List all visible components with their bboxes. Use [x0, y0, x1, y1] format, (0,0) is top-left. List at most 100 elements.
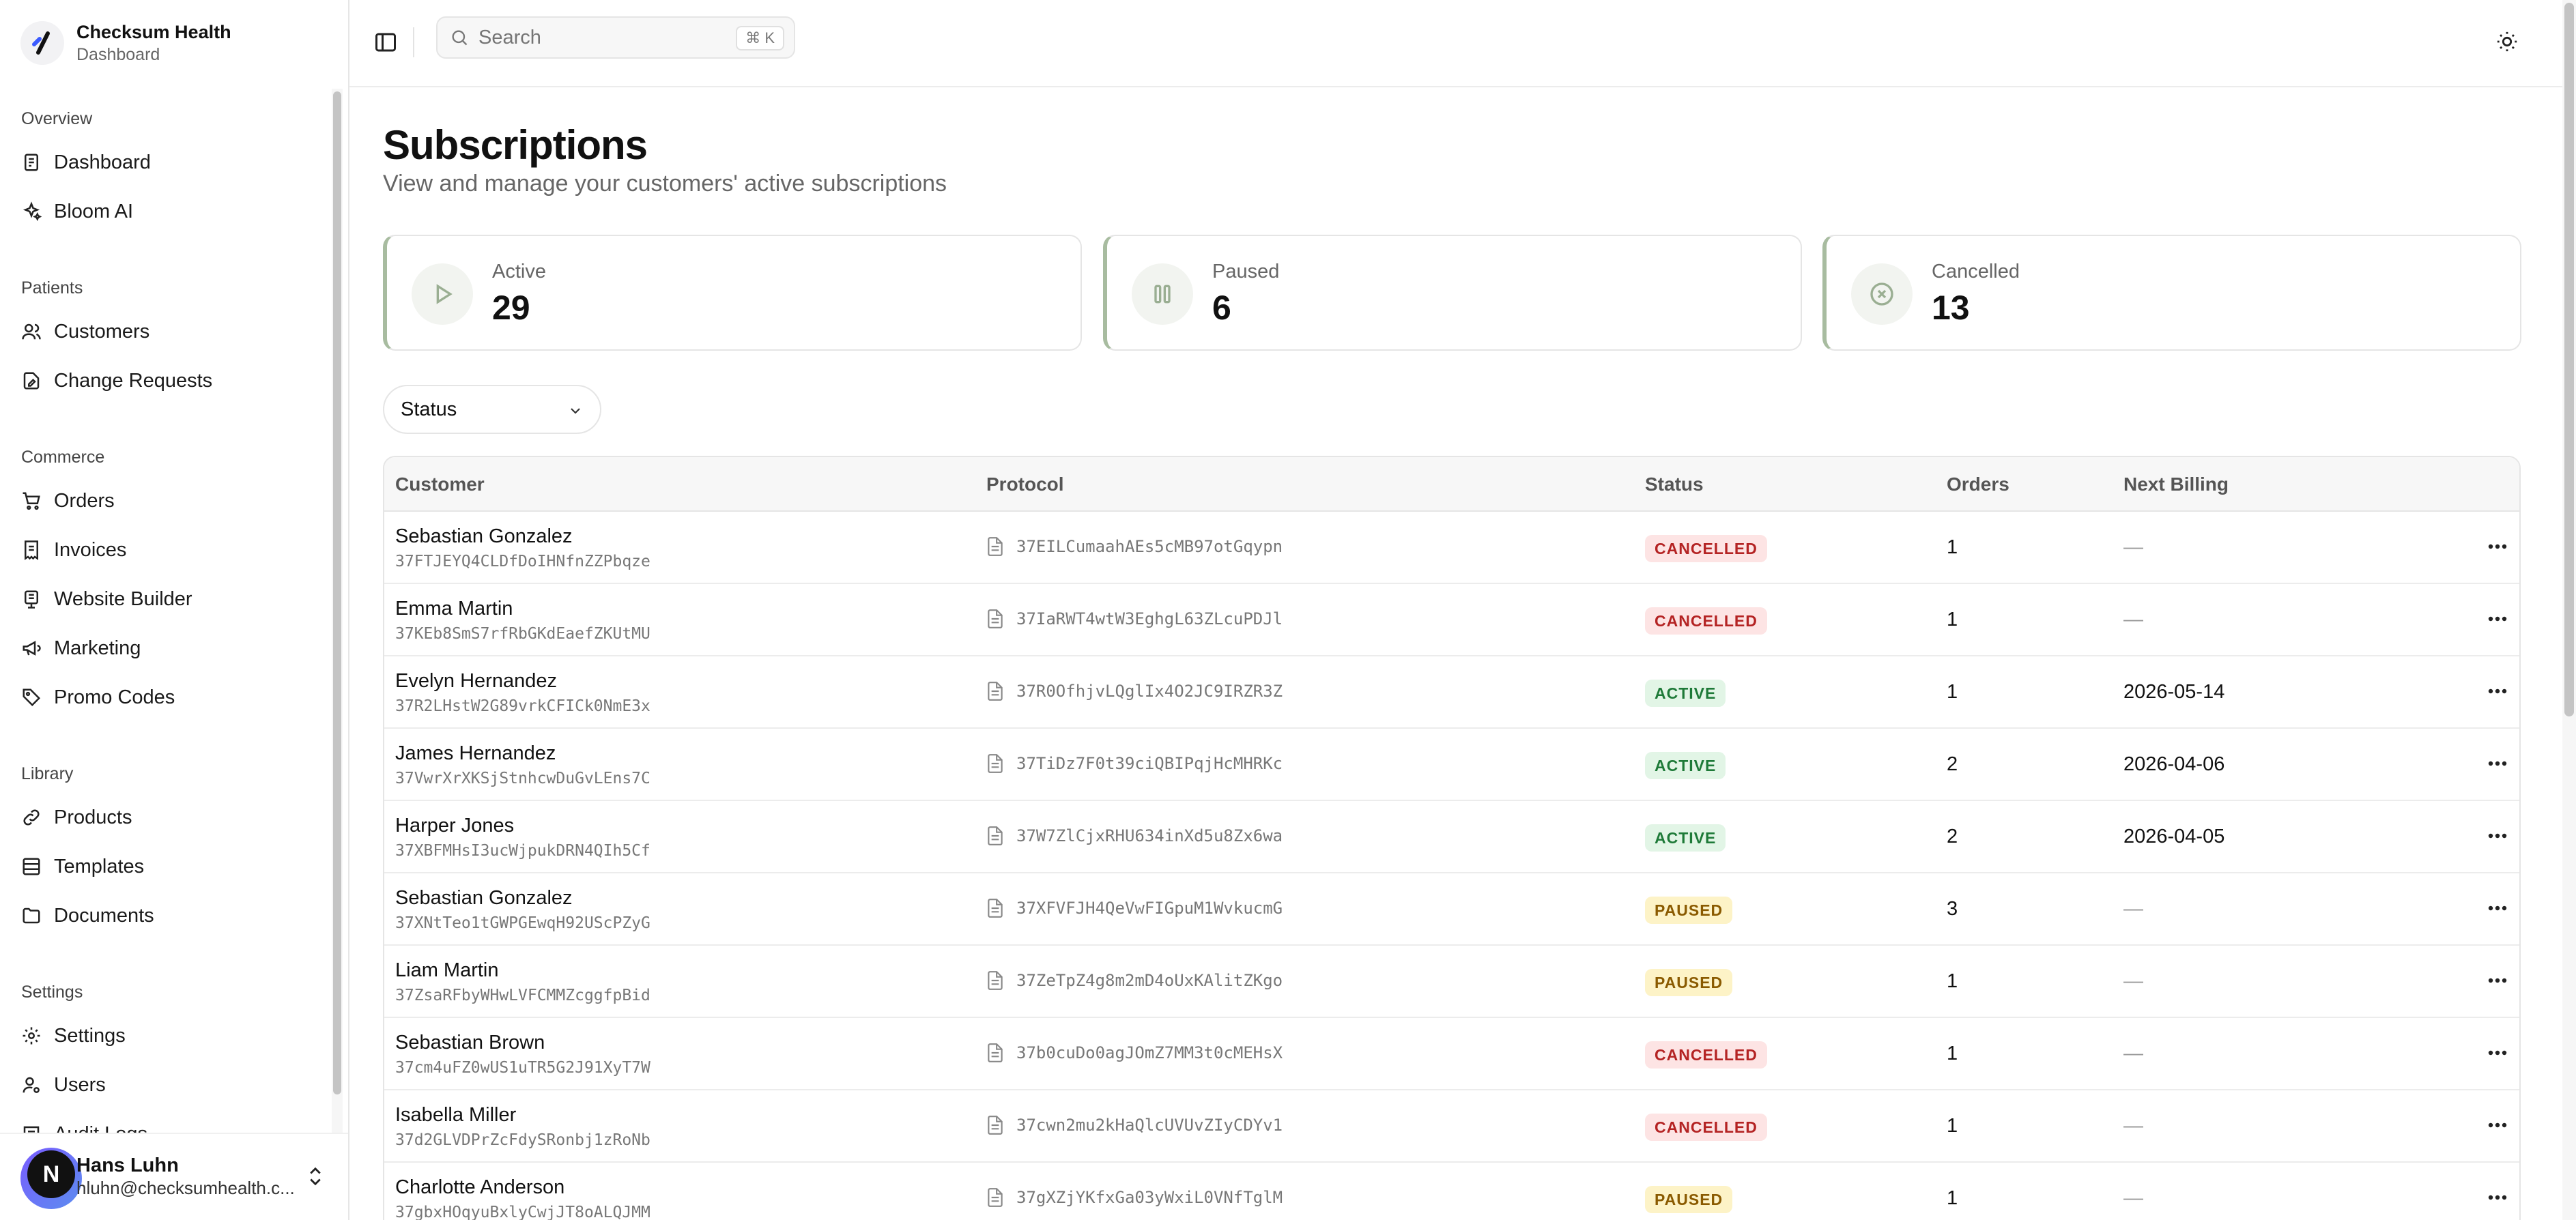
customer-name[interactable]: James Hernandez — [395, 742, 556, 765]
table-row[interactable]: Charlotte Anderson 37gbxHOqyuBxlyCwjJT8oA… — [384, 1163, 2519, 1220]
customer-name[interactable]: Liam Martin — [395, 959, 499, 982]
table-row[interactable]: Emma Martin 37KEb8SmS7rfRbGKdEaefZKUtMU 37… — [384, 584, 2519, 656]
protocol-cell[interactable]: 37W7ZlCjxRHU634inXd5u8Zx6wa — [986, 826, 1283, 846]
customer-name[interactable]: Isabella Miller — [395, 1104, 516, 1127]
orders-count: 2 — [1947, 753, 1958, 775]
customer-name[interactable]: Harper Jones — [395, 815, 514, 837]
search-box[interactable]: ⌘ K — [436, 16, 795, 59]
protocol-cell[interactable]: 37IaRWT4wtW3EghgL63ZLcuPDJl — [986, 609, 1283, 629]
column-header-protocol: Protocol — [986, 474, 1064, 495]
table-row[interactable]: Isabella Miller 37d2GLVDPrZcFdySRonbj1zRo… — [384, 1090, 2519, 1163]
orders-count: 1 — [1947, 681, 1958, 703]
user-menu[interactable]: N Hans Luhn hluhn@checksumhealth.c... — [0, 1133, 348, 1220]
orders-count: 2 — [1947, 826, 1958, 847]
sidebar-item-bloom-ai[interactable]: Bloom AI — [21, 195, 133, 228]
protocol-id: 37ZeTpZ4g8m2mD4oUxKAlitZKgo — [1016, 971, 1283, 990]
nav-section-settings: Settings — [21, 983, 83, 1002]
table-row[interactable]: Evelyn Hernandez 37R2LHstW2G89vrkCFICk0Nm… — [384, 656, 2519, 729]
dashboard-icon — [25, 154, 38, 171]
sidebar-item-website-builder[interactable]: Website Builder — [21, 583, 192, 615]
stat-label: Active — [492, 261, 546, 282]
sidebar-item-users[interactable]: Users — [21, 1069, 106, 1101]
sidebar-item-change-requests[interactable]: Change Requests — [21, 364, 212, 397]
customer-name[interactable]: Charlotte Anderson — [395, 1176, 564, 1199]
table-row[interactable]: Sebastian Gonzalez 37XNtTeo1tGWPGEwqH92US… — [384, 873, 2519, 946]
table-row[interactable]: Liam Martin 37ZsaRFbyWHwLVFCMMZcggfpBid 37… — [384, 946, 2519, 1018]
nav-section-overview: Overview — [21, 109, 93, 128]
sidebar-item-templates[interactable]: Templates — [21, 850, 144, 883]
sidebar-item-documents[interactable]: Documents — [21, 899, 154, 932]
brand-subtitle: Dashboard — [76, 45, 160, 64]
protocol-cell[interactable]: 37b0cuDo0agJOmZ7MM3t0cMEHsX — [986, 1043, 1283, 1063]
protocol-id: 37TiDz7F0t39ciQBIPqjHcMHRKc — [1016, 754, 1283, 773]
protocol-cell[interactable]: 37ZeTpZ4g8m2mD4oUxKAlitZKgo — [986, 970, 1283, 991]
customer-name[interactable]: Sebastian Brown — [395, 1032, 545, 1054]
row-actions-button[interactable] — [2484, 826, 2511, 846]
row-actions-button[interactable] — [2484, 681, 2511, 701]
search-input[interactable] — [478, 26, 724, 49]
row-actions-button[interactable] — [2484, 1187, 2511, 1208]
sidebar-item-label: Marketing — [54, 637, 141, 659]
theme-toggle-icon[interactable] — [2495, 30, 2519, 53]
sidebar-item-promo-codes[interactable]: Promo Codes — [21, 681, 175, 714]
sidebar-item-label: Bloom AI — [54, 200, 134, 222]
row-actions-button[interactable] — [2484, 898, 2511, 918]
sidebar-item-products[interactable]: Products — [21, 801, 132, 834]
row-actions-button[interactable] — [2484, 1043, 2511, 1063]
sidebar-item-label: Promo Codes — [54, 686, 175, 708]
pause-icon — [1132, 263, 1193, 325]
protocol-cell[interactable]: 37gXZjYKfxGa03yWxiL0VNfTglM — [986, 1187, 1283, 1208]
status-filter-select[interactable]: Status — [383, 385, 601, 434]
file-edit-icon — [23, 372, 40, 390]
customer-id: 37d2GLVDPrZcFdySRonbj1zRoNb — [395, 1131, 650, 1149]
protocol-cell[interactable]: 37XFVFJH4QeVwFIGpuM1WvkucmG — [986, 898, 1283, 918]
row-actions-button[interactable] — [2484, 970, 2511, 991]
document-icon — [988, 899, 1003, 918]
customer-name[interactable]: Sebastian Gonzalez — [395, 525, 573, 548]
protocol-cell[interactable]: 37cwn2mu2kHaQlcUVUvZIyCDYv1 — [986, 1115, 1283, 1135]
brand[interactable]: Checksum Health Dashboard — [20, 20, 231, 66]
protocol-cell[interactable]: 37EILCumaahAEs5cMB97otGqypn — [986, 536, 1283, 557]
sidebar-item-customers[interactable]: Customers — [21, 315, 149, 348]
row-actions-button[interactable] — [2484, 536, 2511, 557]
column-header-customer: Customer — [395, 474, 485, 495]
builder-icon — [25, 590, 38, 609]
more-horizontal-icon — [2488, 905, 2507, 911]
sidebar-item-marketing[interactable]: Marketing — [21, 632, 141, 665]
page-scrollbar[interactable] — [2564, 3, 2574, 716]
sidebar-item-orders[interactable]: Orders — [21, 484, 115, 517]
tag-icon — [23, 688, 41, 707]
orders-count: 1 — [1947, 1187, 1958, 1209]
more-horizontal-icon — [2488, 1122, 2507, 1128]
status-badge: CANCELLED — [1645, 607, 1767, 635]
sidebar-item-settings[interactable]: Settings — [21, 1019, 126, 1052]
sidebar-scrollbar[interactable] — [333, 91, 341, 1094]
row-actions-button[interactable] — [2484, 753, 2511, 774]
more-horizontal-icon — [2488, 544, 2507, 549]
sidebar-item-dashboard[interactable]: Dashboard — [21, 146, 151, 179]
protocol-cell[interactable]: 37TiDz7F0t39ciQBIPqjHcMHRKc — [986, 753, 1283, 774]
sidebar-toggle-icon[interactable] — [373, 30, 398, 55]
sidebar-item-label: Users — [54, 1073, 106, 1096]
table-row[interactable]: James Hernandez 37VwrXrXKSjStnhcwDuGvLEns… — [384, 729, 2519, 801]
status-filter-label: Status — [401, 398, 457, 420]
users-icon — [22, 323, 41, 340]
status-badge: CANCELLED — [1645, 1114, 1767, 1141]
row-actions-button[interactable] — [2484, 609, 2511, 629]
customer-name[interactable]: Emma Martin — [395, 598, 513, 620]
sidebar-item-invoices[interactable]: Invoices — [21, 534, 126, 566]
stat-card-cancelled: Cancelled 13 — [1822, 235, 2521, 351]
customer-name[interactable]: Evelyn Hernandez — [395, 670, 557, 693]
more-horizontal-icon — [2488, 1195, 2507, 1200]
customer-name[interactable]: Sebastian Gonzalez — [395, 887, 573, 910]
table-row[interactable]: Sebastian Brown 37cm4uFZ0wUS1uTR5G2J91XyT… — [384, 1018, 2519, 1090]
protocol-cell[interactable]: 37R0OfhjvLQglIx4O2JC9IRZR3Z — [986, 681, 1283, 701]
row-actions-button[interactable] — [2484, 1115, 2511, 1135]
table-row[interactable]: Sebastian Gonzalez 37FTJEYQ4CLDfDoIHNfnZZ… — [384, 512, 2519, 584]
sidebar-item-label: Orders — [54, 489, 115, 512]
document-icon — [988, 971, 1003, 990]
customer-id: 37XNtTeo1tGWPGEwqH92UScPZyG — [395, 914, 650, 932]
orders-count: 1 — [1947, 970, 1958, 992]
table-row[interactable]: Harper Jones 37XBFMHsI3ucWjpukDRN4QIh5Cf 3… — [384, 801, 2519, 873]
stat-value: 6 — [1212, 289, 1231, 327]
